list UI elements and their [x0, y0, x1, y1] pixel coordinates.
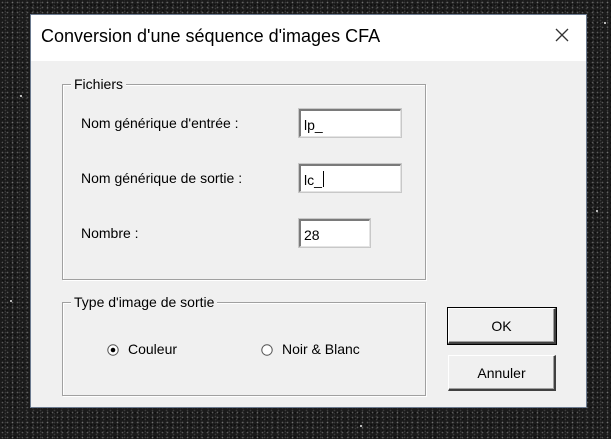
input-name-input[interactable]	[301, 111, 400, 136]
text-caret	[323, 171, 324, 187]
output-type-group-label: Type d'image de sortie	[71, 294, 218, 310]
radio-bw-label: Noir & Blanc	[282, 341, 360, 357]
output-type-group: Type d'image de sortie Couleur Noir & Bl…	[62, 294, 426, 396]
count-input[interactable]	[301, 221, 369, 246]
background-star	[360, 425, 362, 427]
radio-selected-icon[interactable]	[107, 343, 119, 356]
input-name-field[interactable]	[298, 108, 402, 138]
radio-unselected-icon[interactable]	[261, 343, 273, 356]
conversion-dialog: Conversion d'une séquence d'images CFA F…	[30, 14, 587, 408]
background-star	[604, 22, 606, 24]
cancel-button[interactable]: Annuler	[448, 355, 556, 391]
background-star	[10, 300, 12, 302]
close-icon	[555, 28, 569, 42]
files-group-label: Fichiers	[71, 76, 127, 92]
output-name-input[interactable]	[301, 166, 400, 191]
output-name-field[interactable]	[298, 163, 402, 193]
close-button[interactable]	[550, 23, 574, 47]
count-label: Nombre :	[81, 225, 139, 241]
dialog-title: Conversion d'une séquence d'images CFA	[41, 26, 381, 46]
title-bar[interactable]: Conversion d'une séquence d'images CFA	[31, 15, 586, 61]
radio-bw[interactable]: Noir & Blanc	[261, 341, 360, 357]
dialog-content: Fichiers Nom générique d'entrée : Nom gé…	[31, 61, 586, 407]
background-star	[596, 210, 598, 212]
output-name-label: Nom générique de sortie :	[81, 170, 243, 186]
background-star	[20, 95, 22, 97]
radio-color[interactable]: Couleur	[107, 341, 177, 357]
files-group: Fichiers Nom générique d'entrée : Nom gé…	[62, 76, 426, 280]
count-field[interactable]	[298, 218, 371, 248]
input-name-label: Nom générique d'entrée :	[81, 115, 239, 131]
radio-color-label: Couleur	[128, 341, 178, 357]
ok-button[interactable]: OK	[447, 307, 557, 345]
